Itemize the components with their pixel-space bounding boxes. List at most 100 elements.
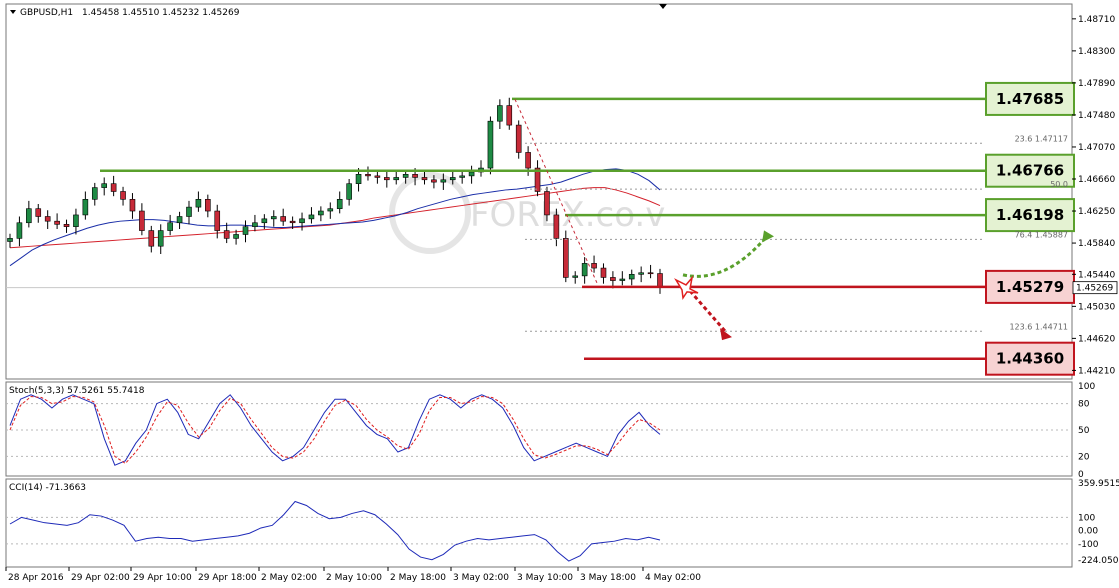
fib-level-label: 50.0 xyxy=(1050,180,1068,189)
price-tick-label: 1.47070 xyxy=(1078,143,1115,153)
cci-tick-label: -224.0502 xyxy=(1078,556,1119,566)
bull-candle xyxy=(195,199,202,208)
bull-candle xyxy=(628,274,635,280)
time-tick-label: 2 May 10:00 xyxy=(326,573,382,583)
bear-candle xyxy=(54,220,60,225)
bull-candle xyxy=(440,179,447,183)
time-tick-label: 2 May 02:00 xyxy=(261,573,317,583)
bear-candle xyxy=(610,277,616,281)
bull-candle xyxy=(167,222,173,231)
price-tick-label: 1.48300 xyxy=(1078,47,1115,57)
stoch-title: Stoch(5,3,3) 57.5261 55.7418 xyxy=(9,386,145,396)
bull-candle xyxy=(402,174,409,178)
price-tick-label: 1.46660 xyxy=(1078,175,1115,185)
time-tick-label: 3 May 10:00 xyxy=(517,573,573,583)
bear-candle xyxy=(657,273,663,288)
bear-candle xyxy=(214,210,221,231)
bull-candle xyxy=(299,218,305,224)
bull-candle xyxy=(16,222,23,239)
bear-candle xyxy=(374,175,381,178)
cci-tick-label: 100 xyxy=(1078,513,1095,523)
bull-candle xyxy=(346,183,352,200)
bull-candle xyxy=(336,199,343,209)
bull-candle xyxy=(318,210,324,216)
bear-candle xyxy=(120,191,126,200)
time-tick-label: 29 Apr 10:00 xyxy=(133,573,192,583)
fib-level-label: 123.6 1.44711 xyxy=(1009,322,1068,331)
stoch-tick-label: 80 xyxy=(1078,400,1090,410)
stoch-panel-frame xyxy=(5,381,1073,477)
bull-candle xyxy=(91,187,98,200)
price-tick-label: 1.45030 xyxy=(1078,302,1115,312)
price-tick-label: 1.44210 xyxy=(1078,366,1115,376)
bull-candle xyxy=(7,238,13,242)
stoch-tick-label: 20 xyxy=(1078,452,1090,462)
bear-candle xyxy=(129,199,136,212)
price-tick-label: 1.45840 xyxy=(1078,239,1115,249)
bear-candle xyxy=(289,220,296,224)
bull-candle xyxy=(581,263,588,277)
time-tick-label: 29 Apr 18:00 xyxy=(198,573,257,583)
bear-candle xyxy=(525,152,531,169)
bear-candle xyxy=(600,267,607,278)
bear-candle xyxy=(223,230,230,239)
bear-candle xyxy=(35,208,42,217)
chart-window: FOREX.co.v 1.47685 1.46766 1.46198 1.45279 1… xyxy=(0,0,1119,588)
bear-candle xyxy=(421,177,428,181)
bull-candle xyxy=(242,226,249,235)
bull-candle xyxy=(261,218,268,224)
bull-candle xyxy=(186,206,192,217)
time-axis: 28 Apr 2016 29 Apr 02:00 29 Apr 10:00 29 Ap… xyxy=(5,567,701,583)
stoch-tick-label: 100 xyxy=(1078,382,1095,392)
bear-candle xyxy=(63,224,70,227)
bull-candle xyxy=(157,230,164,247)
price-tick-label: 1.47480 xyxy=(1078,111,1115,121)
bear-candle xyxy=(647,272,654,275)
bear-candle xyxy=(544,191,550,216)
bull-candle xyxy=(270,216,277,220)
price-tick-label: 1.47890 xyxy=(1078,79,1115,89)
price-tick-label: 1.44620 xyxy=(1078,334,1115,344)
price-tick-label: 1.48710 xyxy=(1078,15,1115,25)
fib-level-label: 23.6 1.47117 xyxy=(1015,134,1068,143)
level-label: 1.45279 xyxy=(996,278,1064,296)
chart-canvas: FOREX.co.v 1.476851.467661.461981.452791… xyxy=(5,3,1119,583)
bull-candle xyxy=(355,174,362,184)
bear-candle xyxy=(110,183,117,192)
bull-candle xyxy=(176,216,183,224)
bull-candle xyxy=(73,214,79,227)
bull-candle xyxy=(101,183,108,188)
bull-candle xyxy=(468,171,475,177)
cci-tick-label: 0.00 xyxy=(1078,527,1098,537)
level-label: 1.44360 xyxy=(996,350,1064,368)
time-tick-label: 4 May 02:00 xyxy=(645,573,701,583)
bull-candle xyxy=(459,175,465,178)
cci-tick-label: 359.9515 xyxy=(1078,479,1119,489)
bear-candle xyxy=(139,210,145,231)
time-tick-label: 29 Apr 02:00 xyxy=(71,573,130,583)
bear-candle xyxy=(553,214,560,239)
bear-candle xyxy=(44,216,51,222)
bull-candle xyxy=(619,278,626,281)
bull-candle xyxy=(82,199,89,216)
level-label: 1.46198 xyxy=(996,206,1064,224)
bull-candle xyxy=(327,208,334,212)
level-label: 1.47685 xyxy=(996,90,1064,108)
time-tick-label: 2 May 18:00 xyxy=(390,573,446,583)
cci-title: CCI(14) -71.3663 xyxy=(9,483,86,493)
price-tick-label: 1.46250 xyxy=(1078,207,1115,217)
bear-candle xyxy=(148,230,155,247)
bear-candle xyxy=(506,105,513,126)
bear-candle xyxy=(205,199,211,212)
bull-candle xyxy=(572,275,579,278)
bull-candle xyxy=(497,105,503,122)
bull-candle xyxy=(26,208,32,224)
bear-candle xyxy=(280,216,286,222)
stoch-tick-label: 50 xyxy=(1078,426,1090,436)
bull-candle xyxy=(233,234,239,239)
bear-candle xyxy=(515,124,522,153)
price-axis: 1.48710 1.48300 1.47890 1.47480 1.47070 1.466… xyxy=(1072,15,1118,376)
time-tick-label: 3 May 02:00 xyxy=(453,573,509,583)
last-price-label: 1.45269 xyxy=(1076,284,1113,294)
header-symbol: GBPUSD,H1 xyxy=(20,8,73,18)
